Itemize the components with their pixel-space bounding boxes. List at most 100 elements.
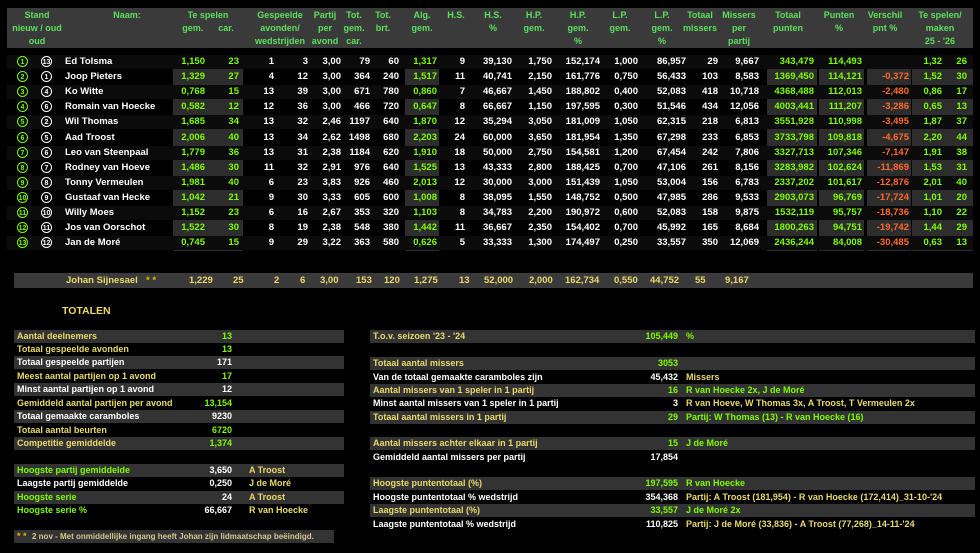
cell-lppct: 56,433 [656,71,686,83]
table-header: Stand nieuw / oud oud Naam: Te spelen ge… [7,8,973,48]
cell-hs: 8 [459,101,465,113]
cell-hs: 13 [454,161,465,173]
cell-hp: 1,750 [528,56,552,67]
cell-hspct: 46,667 [482,86,512,98]
cell-hspct: 33,333 [482,237,512,249]
cell-car: 36 [228,146,239,158]
totalen-item: Gemiddeld aantal partijen per avond 13,15… [14,397,344,410]
rank-old-badge: 6 [41,146,52,158]
cell-tmk: 38 [956,146,967,158]
cell-tmk: 40 [956,176,967,188]
cell-naam: Tonny Vermeulen [65,176,144,188]
cell-hspct: 43,333 [482,161,512,173]
cell-alg: 1,442 [413,222,437,234]
totalen-label: Totaal gespeelde avonden [17,344,129,354]
header-totaal-punten: Totaal punten [773,10,803,33]
cell-hs: 11 [454,222,465,234]
totalen-label: Totaal gemaakte caramboles [17,411,140,421]
cell-car: 15 [228,86,239,98]
cell-alg: 0,647 [413,101,437,113]
cell-gem: 1,486 [181,161,205,173]
cell-lp: 0,500 [614,191,638,203]
rank-old-badge: 9 [41,191,52,203]
totalen-label: Totaal aantal missers in 1 partij [373,412,507,422]
cell-tmk: 13 [956,237,967,249]
cell-tsp: 2,01 [923,176,943,188]
cell-hspct: 36,667 [482,222,512,234]
cell-lppct: 51,546 [656,101,686,113]
table-row: 11 10 Willy Moes 1,152 23 6 16 2,67 353 320 1,103 8… [7,206,973,220]
header-hs-pct: H.S. % [484,10,502,33]
cell-alg: 1,910 [413,146,437,158]
cell-mis: 242 [702,146,718,158]
cell-alg: 1,008 [413,191,437,203]
cell-ver: -17,724 [876,191,909,203]
cell-hp: 1,300 [528,237,552,249]
cell-brt: 620 [383,146,399,158]
totalen-value: 171 [216,357,232,367]
cell-pa: 2,46 [322,116,342,128]
cell-wd: 32 [297,116,308,128]
totalen-label: Hoogste puntentotaal % wedstrijd [373,492,519,502]
cell-lppct: 47,985 [656,191,686,203]
cell-car: 23 [228,56,239,67]
totalen-value: 16 [667,385,678,395]
cell-lp: 1,200 [614,146,638,158]
cell-tmk: 13 [956,101,967,113]
cell-pnt: 343,479 [779,56,814,67]
totalen-item: Hoogste partij gemiddelde 3,650 A Troost [14,464,344,477]
header-hp-pct: H.P. gem. % [567,10,589,46]
cell-hppct: 154,402 [565,222,600,234]
former-member-avonden: 2 [274,275,280,286]
cell-pnt: 4003,441 [774,101,814,113]
cell-av: 12 [263,101,274,113]
totalen-label: Meest aantal partijen op 1 avond [17,371,157,381]
cell-pntpct: 95,757 [832,207,862,218]
cell-car: 21 [228,191,239,203]
former-member-partij: 3,00 [320,275,339,286]
cell-brt: 460 [383,176,399,188]
rank-old-badge: 5 [41,131,52,143]
cell-hppct: 151,439 [565,176,600,188]
cell-hppct: 154,581 [565,146,600,158]
cell-alg: 1,103 [413,207,437,218]
cell-hppct: 174,497 [565,237,600,249]
cell-wd: 23 [297,176,308,188]
cell-misp: 9,533 [735,191,759,203]
totalen-value: 17 [221,371,232,381]
totalen-value: 13,154 [204,398,232,408]
cell-pntpct: 101,617 [827,176,862,188]
rank-old-badge: 11 [41,222,52,234]
totalen-item: Laagste partij gemiddelde 0,250 J de Moré [14,477,344,490]
totalen-value: 1,374 [209,438,232,448]
cell-wd: 31 [297,146,308,158]
totalen-extra: J de Moré [249,478,292,488]
totalen-label: Totaal aantal missers [373,358,464,368]
cell-pa: 2,91 [322,161,342,173]
totalen-label: Minst aantal partijen op 1 avond [17,384,155,394]
cell-ver: -7,147 [882,146,909,158]
rank-new-badge: 7 [17,146,28,158]
cell-car: 15 [228,237,239,249]
cell-pa: 3,22 [322,237,342,249]
cell-tmk: 22 [956,207,967,218]
cell-car: 30 [228,161,239,173]
cell-naam: Leo van Steenpaal [65,146,149,158]
totalen-item: Totaal gespeelde avonden 13 [14,343,344,356]
totalen-item: Totaal aantal missers 3053 [370,357,975,370]
cell-pntpct: 94,751 [832,222,862,234]
former-member-hp-pct: 162,734 [565,275,600,286]
cell-misp: 8,156 [735,161,759,173]
cell-mis: 233 [702,131,718,143]
former-member-stars: * * [146,275,157,286]
rank-new-badge: 11 [17,207,28,218]
cell-av: 11 [263,161,274,173]
cell-totcar: 1197 [349,116,370,128]
cell-av: 13 [263,146,274,158]
totalen-extra: Partij: W Thomas (13) - R van Hoecke (16… [686,412,864,422]
cell-ver: -18,736 [876,207,909,218]
totalen-label: T.o.v. seizoen '23 - '24 [373,331,466,341]
cell-av: 13 [263,86,274,98]
cell-wd: 39 [297,86,308,98]
totalen-item: Totaal gemaakte caramboles 9230 [14,410,344,423]
